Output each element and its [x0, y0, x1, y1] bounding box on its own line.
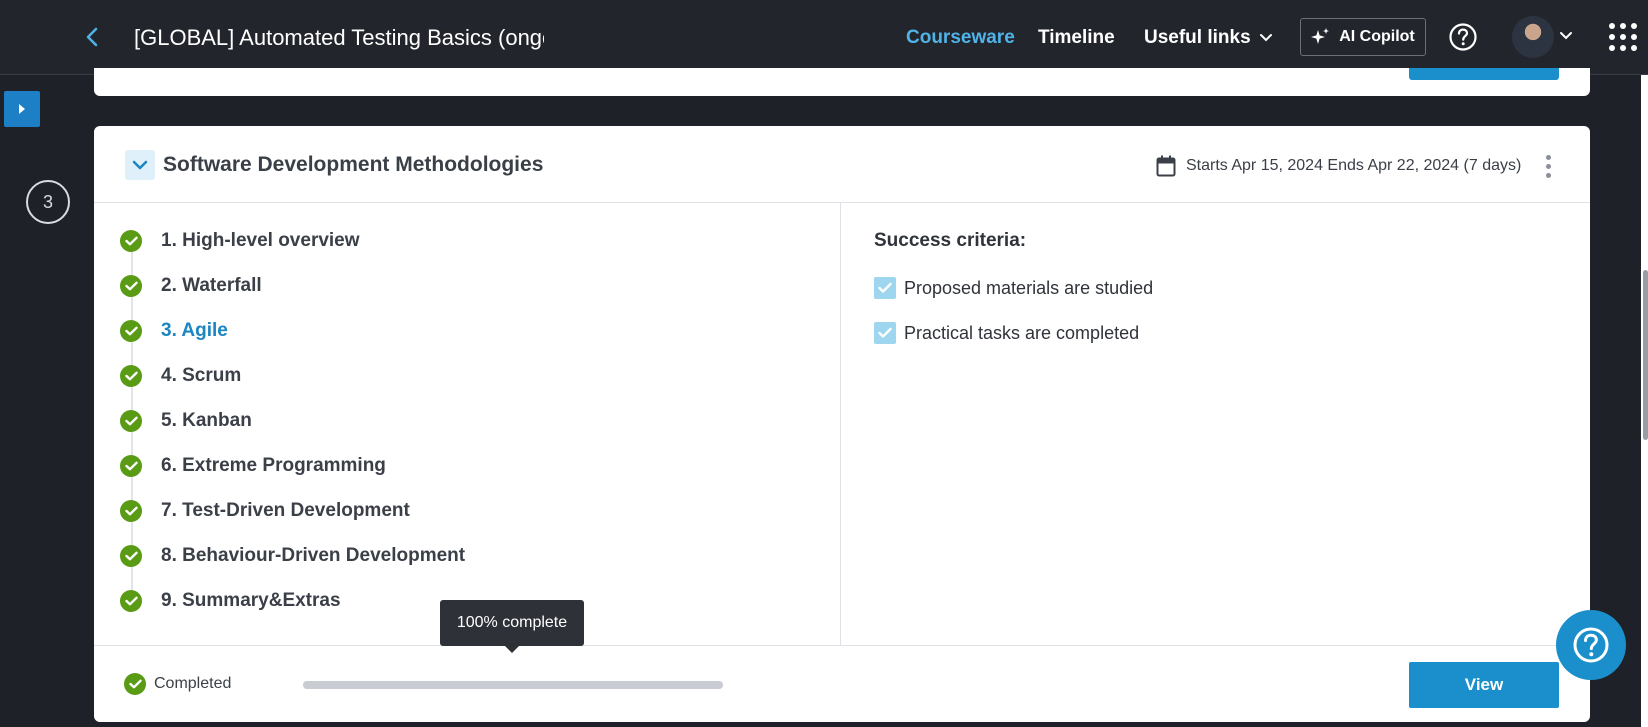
- calendar-icon: [1156, 155, 1176, 177]
- floating-help-button[interactable]: [1556, 610, 1626, 680]
- scrollbar-thumb[interactable]: [1643, 270, 1648, 440]
- lesson-label: 7. Test-Driven Development: [161, 500, 410, 521]
- check-circle-icon: [124, 673, 146, 695]
- lesson-label: 3. Agile: [161, 320, 228, 341]
- criterion-label: Practical tasks are completed: [904, 322, 1140, 343]
- progress-bar: [303, 681, 723, 689]
- useful-links-label: Useful links: [1144, 27, 1251, 48]
- apps-grid-icon[interactable]: [1609, 23, 1637, 51]
- back-button[interactable]: [80, 24, 104, 50]
- section-card: Software Development Methodologies Start…: [94, 126, 1590, 722]
- check-circle-icon: [120, 275, 142, 297]
- lesson-item[interactable]: 1. High-level overview: [120, 226, 360, 256]
- lesson-label: 1. High-level overview: [161, 230, 360, 251]
- lesson-label: 2. Waterfall: [161, 275, 262, 296]
- criterion-item: Proposed materials are studied: [874, 275, 1153, 301]
- check-circle-icon: [120, 500, 142, 522]
- lesson-item[interactable]: 6. Extreme Programming: [120, 451, 386, 481]
- top-bar: [GLOBAL] Automated Testing Basics (ongoi…: [0, 0, 1648, 75]
- sidebar-toggle-button[interactable]: [4, 91, 40, 127]
- section-footer: Completed View: [94, 645, 1590, 722]
- lesson-item[interactable]: 9. Summary&Extras: [120, 586, 341, 616]
- lesson-label: 8. Behaviour-Driven Development: [161, 545, 466, 566]
- progress-tooltip: 100% complete: [440, 600, 584, 653]
- check-circle-icon: [120, 365, 142, 387]
- sparkle-icon: [1311, 28, 1330, 44]
- criterion-item: Practical tasks are completed: [874, 320, 1139, 346]
- chevron-down-icon: [132, 160, 148, 170]
- course-title: [GLOBAL] Automated Testing Basics (ongoi…: [134, 25, 544, 50]
- lesson-label: 5. Kanban: [161, 410, 252, 431]
- check-circle-icon: [120, 230, 142, 252]
- section-header: Software Development Methodologies Start…: [94, 126, 1590, 203]
- lesson-label: 9. Summary&Extras: [161, 590, 341, 611]
- completion-status: Completed: [124, 672, 231, 696]
- check-circle-icon: [120, 545, 142, 567]
- lesson-item[interactable]: 3. Agile: [120, 316, 228, 346]
- tab-courseware[interactable]: Courseware: [906, 22, 1015, 54]
- criterion-label: Proposed materials are studied: [904, 277, 1154, 298]
- date-range-text: Starts Apr 15, 2024 Ends Apr 22, 2024 (7…: [1186, 157, 1522, 174]
- chevron-left-icon: [86, 27, 98, 47]
- lesson-item[interactable]: 7. Test-Driven Development: [120, 496, 410, 526]
- ai-copilot-button[interactable]: AI Copilot: [1300, 18, 1426, 56]
- section-title: Software Development Methodologies: [163, 153, 544, 176]
- lesson-item[interactable]: 2. Waterfall: [120, 271, 262, 301]
- user-avatar[interactable]: [1512, 16, 1554, 58]
- progress-fill: [303, 681, 723, 689]
- chevron-down-icon: [1259, 34, 1272, 42]
- status-label: Completed: [154, 675, 232, 692]
- check-circle-icon: [120, 590, 142, 612]
- caret-right-icon: [19, 104, 25, 114]
- lesson-list: 1. High-level overview 2. Waterfall 3. Agi…: [94, 203, 841, 645]
- lesson-item[interactable]: 8. Behaviour-Driven Development: [120, 541, 465, 571]
- question-circle-icon: [1573, 627, 1609, 663]
- question-circle-icon: [1449, 23, 1477, 51]
- help-button[interactable]: [1448, 22, 1478, 52]
- chevron-down-icon[interactable]: [1558, 28, 1574, 44]
- lesson-label: 6. Extreme Programming: [161, 455, 386, 476]
- success-criteria-panel: Success criteria: Proposed materials are…: [842, 203, 1590, 645]
- check-circle-icon: [120, 455, 142, 477]
- step-number: 3: [26, 180, 70, 224]
- more-options-icon[interactable]: [1538, 152, 1558, 180]
- checkbox-checked-icon: [874, 322, 896, 344]
- ai-copilot-label: AI Copilot: [1339, 28, 1415, 45]
- lesson-item[interactable]: 4. Scrum: [120, 361, 241, 391]
- lesson-item[interactable]: 5. Kanban: [120, 406, 252, 436]
- view-button[interactable]: View: [1409, 662, 1559, 708]
- lesson-label: 4. Scrum: [161, 365, 242, 386]
- previous-section-card: [94, 68, 1590, 96]
- check-circle-icon: [120, 410, 142, 432]
- check-circle-icon: [120, 320, 142, 342]
- collapse-button[interactable]: [125, 150, 155, 180]
- previous-view-button[interactable]: [1409, 68, 1559, 80]
- success-criteria-title: Success criteria:: [874, 230, 1027, 251]
- checkbox-checked-icon: [874, 277, 896, 299]
- section-dates: Starts Apr 15, 2024 Ends Apr 22, 2024 (7…: [1156, 152, 1521, 180]
- tab-timeline[interactable]: Timeline: [1038, 22, 1115, 54]
- useful-links-dropdown[interactable]: Useful links: [1144, 22, 1273, 54]
